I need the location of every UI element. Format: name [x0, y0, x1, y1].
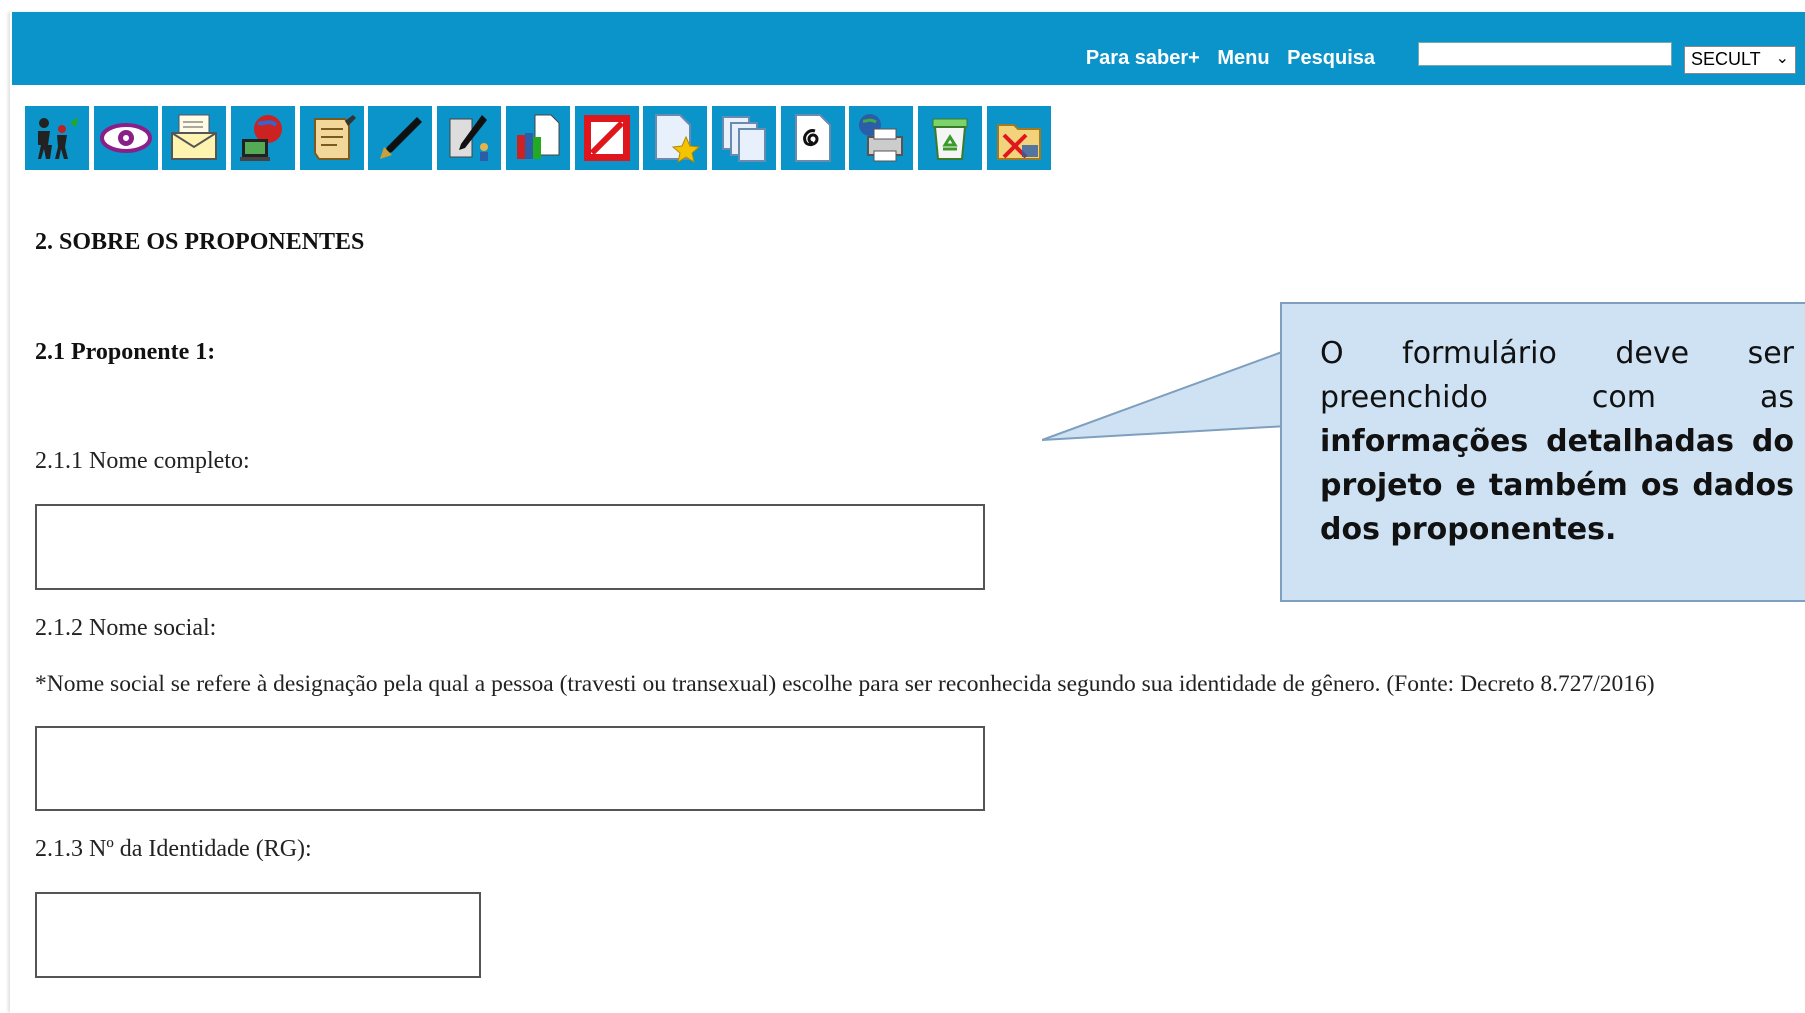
nome-social-label: 2.1.2 Nome social:	[35, 615, 217, 641]
unit-select[interactable]: SECULT ⌄	[1684, 46, 1796, 74]
people-icon[interactable]	[25, 106, 89, 170]
envelope-icon[interactable]	[162, 106, 227, 170]
nome-social-field[interactable]	[35, 726, 985, 811]
pen-person-icon[interactable]	[437, 106, 502, 170]
search-input[interactable]	[1418, 42, 1672, 66]
callout-pointer	[1042, 351, 1287, 441]
toolbar	[25, 106, 1055, 170]
pesquisa-link[interactable]: Pesquisa	[1287, 47, 1375, 69]
callout-text-bold: informações detalhadas do projeto e tamb…	[1320, 424, 1794, 547]
folder-delete-icon[interactable]	[986, 106, 1051, 170]
recycle-bin-icon[interactable]	[917, 106, 982, 170]
copy-documents-icon[interactable]	[711, 106, 776, 170]
globe-computer-icon[interactable]	[231, 106, 296, 170]
topbar-links: Para saber+ Menu Pesquisa	[1074, 47, 1375, 70]
document-edit-icon[interactable]	[299, 106, 364, 170]
pen-icon[interactable]	[368, 106, 433, 170]
callout-text: O formulário deve ser preenchido com as …	[1320, 332, 1794, 552]
subsection-title: 2.1 Proponente 1:	[35, 339, 216, 365]
unit-select-value: SECULT	[1691, 49, 1761, 69]
identidade-label: 2.1.3 Nº da Identidade (RG):	[35, 836, 312, 862]
chevron-down-icon: ⌄	[1775, 50, 1789, 67]
eye-icon[interactable]	[93, 106, 158, 170]
section-title: 2. SOBRE OS PROPONENTES	[35, 229, 365, 255]
favorite-document-icon[interactable]	[643, 106, 708, 170]
nome-completo-field[interactable]	[35, 504, 985, 590]
spiral-document-icon[interactable]	[780, 106, 845, 170]
callout-text-plain: O formulário deve ser preenchido com as	[1320, 336, 1794, 415]
para-saber-link[interactable]: Para saber+	[1086, 47, 1200, 69]
books-document-icon[interactable]	[505, 106, 570, 170]
top-navigation-bar: Para saber+ Menu Pesquisa SECULT ⌄	[12, 12, 1805, 85]
print-globe-icon[interactable]	[849, 106, 914, 170]
nome-completo-label: 2.1.1 Nome completo:	[35, 448, 250, 474]
nome-social-note: *Nome social se refere à designação pela…	[35, 671, 1655, 697]
menu-link[interactable]: Menu	[1217, 47, 1269, 69]
cancel-icon[interactable]	[574, 106, 639, 170]
identidade-field[interactable]	[35, 892, 481, 978]
